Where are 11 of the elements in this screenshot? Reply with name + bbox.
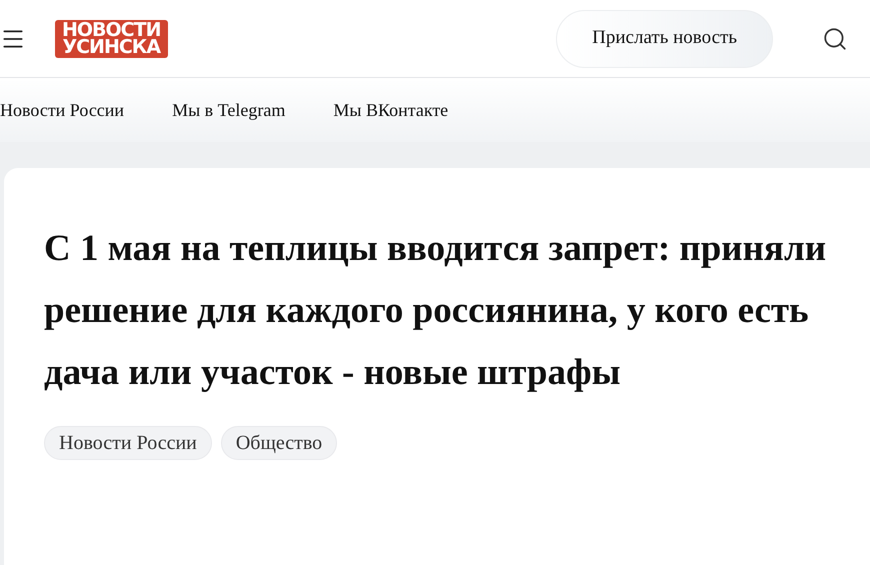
article-title: С 1 мая на теплицы вводится запрет: приняли решение для каждого россиянина, у кого есть дача или участок - новые штрафы	[44, 227, 828, 395]
logo[interactable]: НОВОСТИ УСИНСКА	[55, 20, 168, 58]
logo-text: УСИНСКА	[62, 38, 160, 56]
tag-link[interactable]: Общество	[220, 426, 338, 460]
nav-link[interactable]: Мы в Telegram	[172, 96, 286, 124]
nav-link[interactable]: Новости России	[0, 96, 124, 124]
logo-text: НОВОСТИ	[62, 22, 160, 38]
submit-news-button[interactable]: Прислать новость	[556, 10, 773, 68]
nav-link[interactable]: Мы ВКонтакте	[333, 96, 448, 124]
search-icon[interactable]	[822, 26, 848, 52]
tag-link[interactable]: Новости России	[44, 426, 212, 460]
